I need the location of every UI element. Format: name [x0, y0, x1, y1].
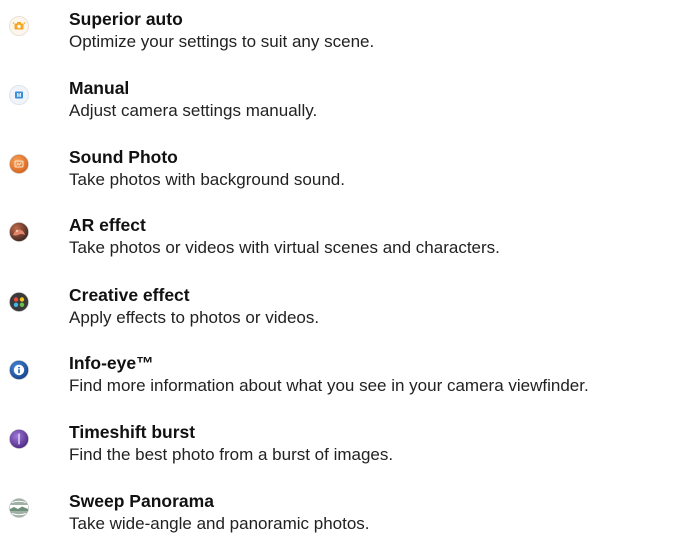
- mode-description: Take photos or videos with virtual scene…: [69, 238, 500, 257]
- mode-title: AR effect: [69, 215, 146, 235]
- svg-text:M: M: [17, 93, 22, 99]
- mode-title: Sweep Panorama: [69, 491, 214, 511]
- mode-item-timeshift-burst[interactable]: Timeshift burst Find the best photo from…: [0, 421, 700, 481]
- manual-icon: M: [9, 85, 29, 105]
- sound-photo-icon: [9, 154, 29, 174]
- superior-auto-icon: [9, 16, 29, 36]
- mode-item-superior-auto[interactable]: Superior auto Optimize your settings to …: [0, 8, 700, 68]
- mode-description: Apply effects to photos or videos.: [69, 308, 320, 327]
- sweep-panorama-icon: [9, 498, 29, 518]
- mode-item-sweep-panorama[interactable]: Sweep Panorama Take wide-angle and panor…: [0, 490, 700, 550]
- mode-title: Info-eye™: [69, 353, 154, 373]
- info-eye-icon: [9, 360, 29, 380]
- mode-title: Timeshift burst: [69, 422, 196, 442]
- mode-description: Adjust camera settings manually.: [69, 101, 318, 120]
- mode-title: Superior auto: [69, 9, 183, 29]
- mode-item-sound-photo[interactable]: Sound Photo Take photos with background …: [0, 146, 700, 206]
- mode-description: Take photos with background sound.: [69, 170, 345, 189]
- mode-title: Sound Photo: [69, 147, 178, 167]
- mode-item-manual[interactable]: M Manual Adjust camera settings manually…: [0, 77, 700, 137]
- mode-title: Manual: [69, 78, 130, 98]
- mode-description: Find the best photo from a burst of imag…: [69, 445, 394, 464]
- mode-item-creative-effect[interactable]: Creative effect Apply effects to photos …: [0, 284, 700, 344]
- creative-effect-icon: [9, 292, 29, 312]
- mode-description: Optimize your settings to suit any scene…: [69, 32, 375, 51]
- mode-item-info-eye[interactable]: Info-eye™ Find more information about wh…: [0, 352, 700, 412]
- timeshift-burst-icon: [9, 429, 29, 449]
- mode-title: Creative effect: [69, 285, 190, 305]
- mode-item-ar-effect[interactable]: AR effect Take photos or videos with vir…: [0, 214, 700, 274]
- mode-description: Take wide-angle and panoramic photos.: [69, 514, 370, 533]
- ar-effect-icon: [9, 222, 29, 242]
- mode-description: Find more information about what you see…: [69, 376, 589, 395]
